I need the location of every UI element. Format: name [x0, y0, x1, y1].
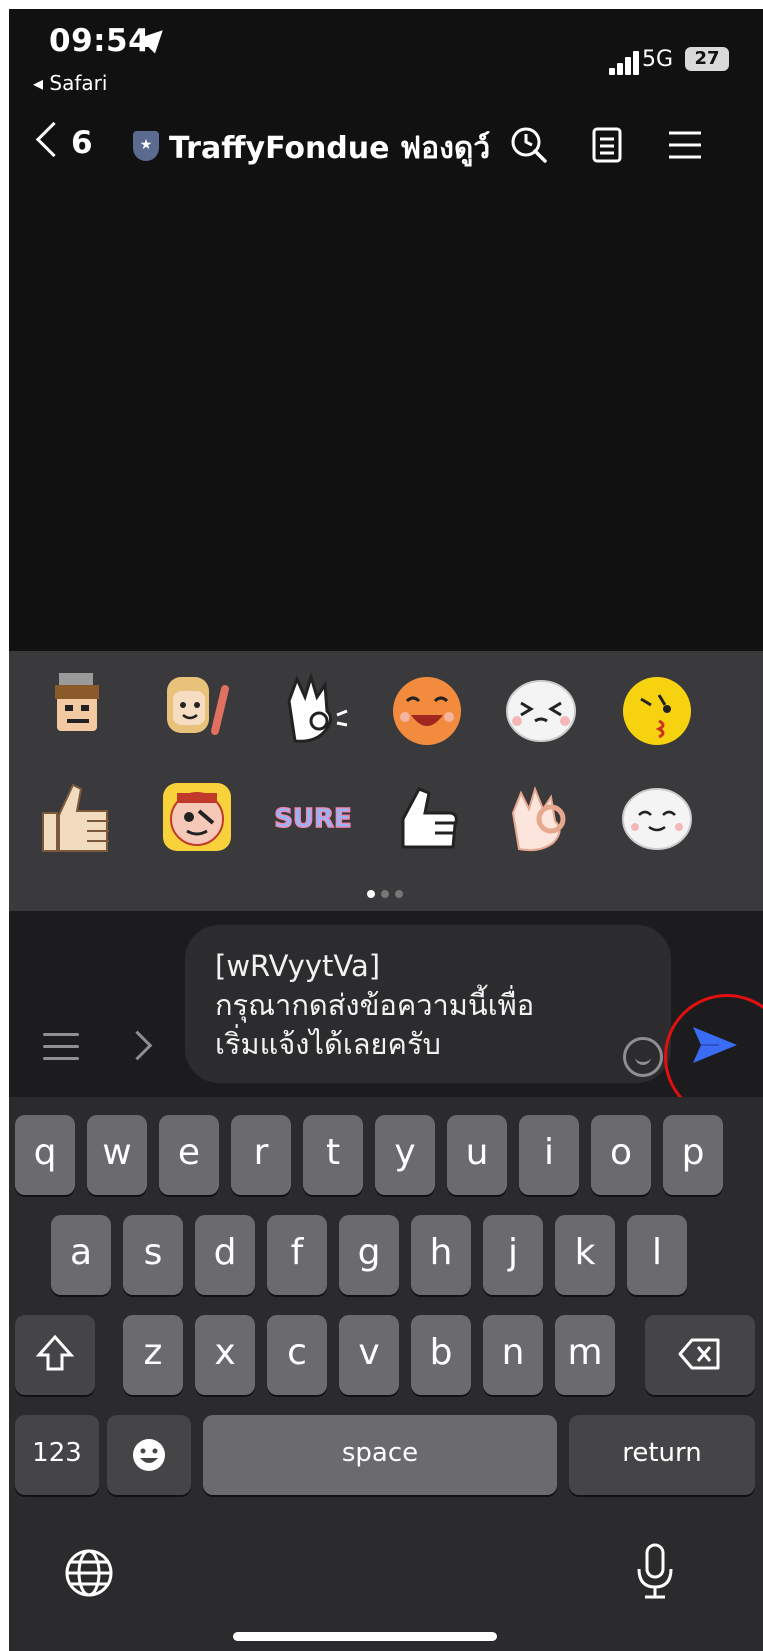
emoji-icon[interactable] [623, 1037, 663, 1077]
microphone-icon[interactable] [635, 1543, 675, 1601]
official-account-badge-icon: ★ [133, 131, 159, 161]
chevron-left-icon[interactable] [35, 121, 72, 158]
chat-message-area [9, 189, 763, 651]
status-time: 09:54 [49, 23, 151, 59]
keyboard: q w e r t y u i o p a s d f g h j k l z … [9, 1097, 763, 1651]
emoji-key[interactable] [107, 1415, 191, 1495]
key-o[interactable]: o [591, 1115, 651, 1195]
sticker-squint-face[interactable] [503, 671, 579, 747]
key-z[interactable]: z [123, 1315, 183, 1395]
key-i[interactable]: i [519, 1115, 579, 1195]
key-u[interactable]: u [447, 1115, 507, 1195]
shift-key[interactable] [15, 1315, 95, 1395]
key-t[interactable]: t [303, 1115, 363, 1195]
key-w[interactable]: w [87, 1115, 147, 1195]
sticker-sure-text[interactable]: SURE [275, 779, 351, 855]
key-b[interactable]: b [411, 1315, 471, 1395]
home-indicator[interactable] [233, 1632, 497, 1641]
key-g[interactable]: g [339, 1215, 399, 1295]
key-e[interactable]: e [159, 1115, 219, 1195]
sticker-thumbs-up[interactable] [39, 779, 115, 855]
globe-icon[interactable] [63, 1547, 115, 1599]
status-bar: 09:54 ◂ Safari 5G 27 [9, 9, 763, 109]
sticker-girl-wave[interactable] [159, 671, 235, 747]
network-type: 5G [642, 47, 674, 72]
sticker-kiss-face[interactable] [619, 671, 695, 747]
key-m[interactable]: m [555, 1315, 615, 1395]
return-key[interactable]: return [569, 1415, 755, 1495]
key-d[interactable]: d [195, 1215, 255, 1295]
message-text[interactable]: [wRVyytVa] กรุณากดส่งข้อความนี้เพื่อ เริ… [215, 947, 615, 1064]
key-y[interactable]: y [375, 1115, 435, 1195]
key-h[interactable]: h [411, 1215, 471, 1295]
shift-icon [35, 1334, 75, 1371]
message-composer: [wRVyytVa] กรุณากดส่งข้อความนี้เพื่อ เริ… [9, 911, 763, 1120]
svg-text:SURE: SURE [275, 804, 351, 834]
sticker-king[interactable] [45, 671, 121, 747]
sticker-laughing-face[interactable] [389, 671, 465, 747]
notes-icon[interactable] [587, 125, 627, 165]
delete-key[interactable] [645, 1315, 755, 1395]
space-key[interactable]: space [203, 1415, 557, 1495]
key-n[interactable]: n [483, 1315, 543, 1395]
phone-screen: 09:54 ◂ Safari 5G 27 6 ★ TraffyFondue ฟอ… [9, 9, 763, 1651]
emoji-keyboard-icon [133, 1439, 165, 1471]
key-l[interactable]: l [627, 1215, 687, 1295]
chat-title: TraffyFondue ฟองดูว์ [169, 131, 491, 166]
unread-count[interactable]: 6 [71, 125, 93, 161]
key-q[interactable]: q [15, 1115, 75, 1195]
sticker-thumbs-up-white[interactable] [389, 779, 465, 855]
message-input[interactable]: [wRVyytVa] กรุณากดส่งข้อความนี้เพื่อ เริ… [185, 925, 671, 1083]
key-a[interactable]: a [51, 1215, 111, 1295]
menu-icon[interactable] [665, 125, 705, 165]
chevron-right-icon[interactable] [122, 1030, 153, 1061]
back-to-safari-link[interactable]: ◂ Safari [33, 71, 107, 95]
sticker-suggestion-panel: SURE [9, 651, 763, 911]
sticker-ok-hand-pink[interactable] [503, 779, 579, 855]
sticker-pirate-face[interactable] [159, 779, 235, 855]
key-p[interactable]: p [663, 1115, 723, 1195]
key-f[interactable]: f [267, 1215, 327, 1295]
sticker-page-indicator [364, 883, 406, 902]
battery-icon: 27 [685, 47, 729, 71]
key-x[interactable]: x [195, 1315, 255, 1395]
search-history-icon[interactable] [509, 125, 549, 165]
key-s[interactable]: s [123, 1215, 183, 1295]
backspace-icon [678, 1338, 720, 1370]
sticker-smiling-face[interactable] [619, 779, 695, 855]
more-menu-icon[interactable] [43, 1033, 79, 1069]
key-c[interactable]: c [267, 1315, 327, 1395]
key-j[interactable]: j [483, 1215, 543, 1295]
key-k[interactable]: k [555, 1215, 615, 1295]
chat-header: 6 ★ TraffyFondue ฟองดูว์ [9, 109, 763, 189]
sticker-ok-hand[interactable] [275, 671, 351, 747]
key-r[interactable]: r [231, 1115, 291, 1195]
key-v[interactable]: v [339, 1315, 399, 1395]
numbers-key[interactable]: 123 [15, 1415, 99, 1495]
